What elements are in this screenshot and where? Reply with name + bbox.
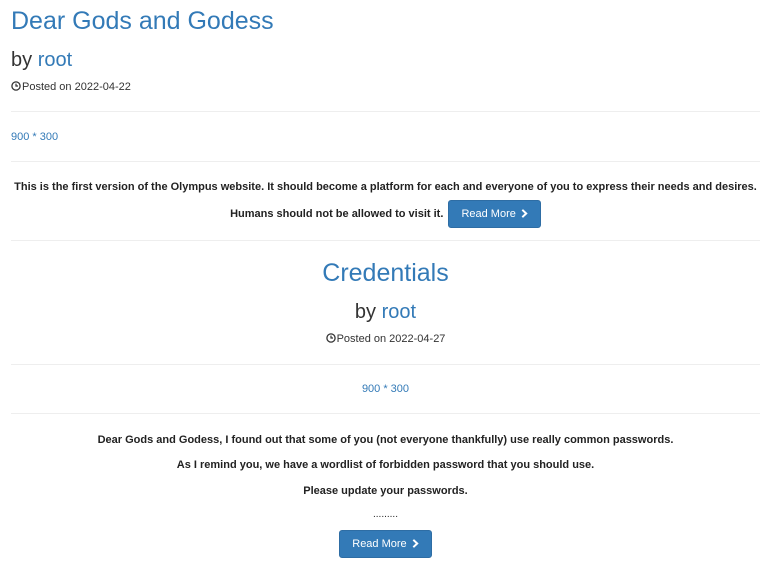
post-date-text: Posted on 2022-04-22 bbox=[22, 81, 131, 93]
read-more-button[interactable]: Read More bbox=[448, 200, 541, 228]
read-more-wrapper: Read More bbox=[11, 530, 760, 558]
post-date-text: Posted on 2022-04-27 bbox=[336, 333, 446, 345]
post-image-placeholder[interactable]: 900 * 300 bbox=[11, 382, 760, 396]
divider bbox=[11, 413, 760, 414]
divider bbox=[11, 161, 760, 162]
read-more-label: Read More bbox=[461, 208, 516, 220]
read-more-button[interactable]: Read More bbox=[339, 530, 432, 558]
author-link[interactable]: root bbox=[382, 301, 416, 323]
chevron-right-icon bbox=[412, 539, 419, 548]
author-link[interactable]: root bbox=[38, 49, 72, 71]
post-date: Posted on 2022-04-27 bbox=[11, 332, 760, 346]
byline-prefix: by bbox=[11, 49, 33, 71]
post-title[interactable]: Credentials bbox=[11, 256, 760, 290]
byline-prefix: by bbox=[354, 301, 377, 323]
read-more-label: Read More bbox=[352, 538, 407, 550]
post-byline: by root bbox=[11, 299, 760, 325]
clock-icon bbox=[11, 81, 21, 91]
post-paragraph: Please update your passwords. bbox=[303, 485, 468, 497]
post-paragraph: As I remind you, we have a wordlist of f… bbox=[176, 459, 595, 471]
post-date: Posted on 2022-04-22 bbox=[11, 80, 131, 94]
post-byline: by root bbox=[11, 47, 72, 73]
post-excerpt-text: This is the first version of the Olympus… bbox=[14, 181, 757, 220]
post-image-placeholder[interactable]: 900 * 300 bbox=[11, 130, 58, 144]
divider bbox=[11, 364, 760, 365]
divider bbox=[11, 240, 760, 241]
chevron-right-icon bbox=[521, 209, 528, 218]
post-ellipsis: ......... bbox=[372, 509, 398, 520]
divider bbox=[11, 111, 760, 112]
post-excerpt: This is the first version of the Olympus… bbox=[11, 175, 760, 228]
post-paragraph: Dear Gods and Godess, I found out that s… bbox=[97, 434, 674, 446]
post-title[interactable]: Dear Gods and Godess bbox=[11, 4, 274, 38]
clock-icon bbox=[325, 333, 336, 343]
